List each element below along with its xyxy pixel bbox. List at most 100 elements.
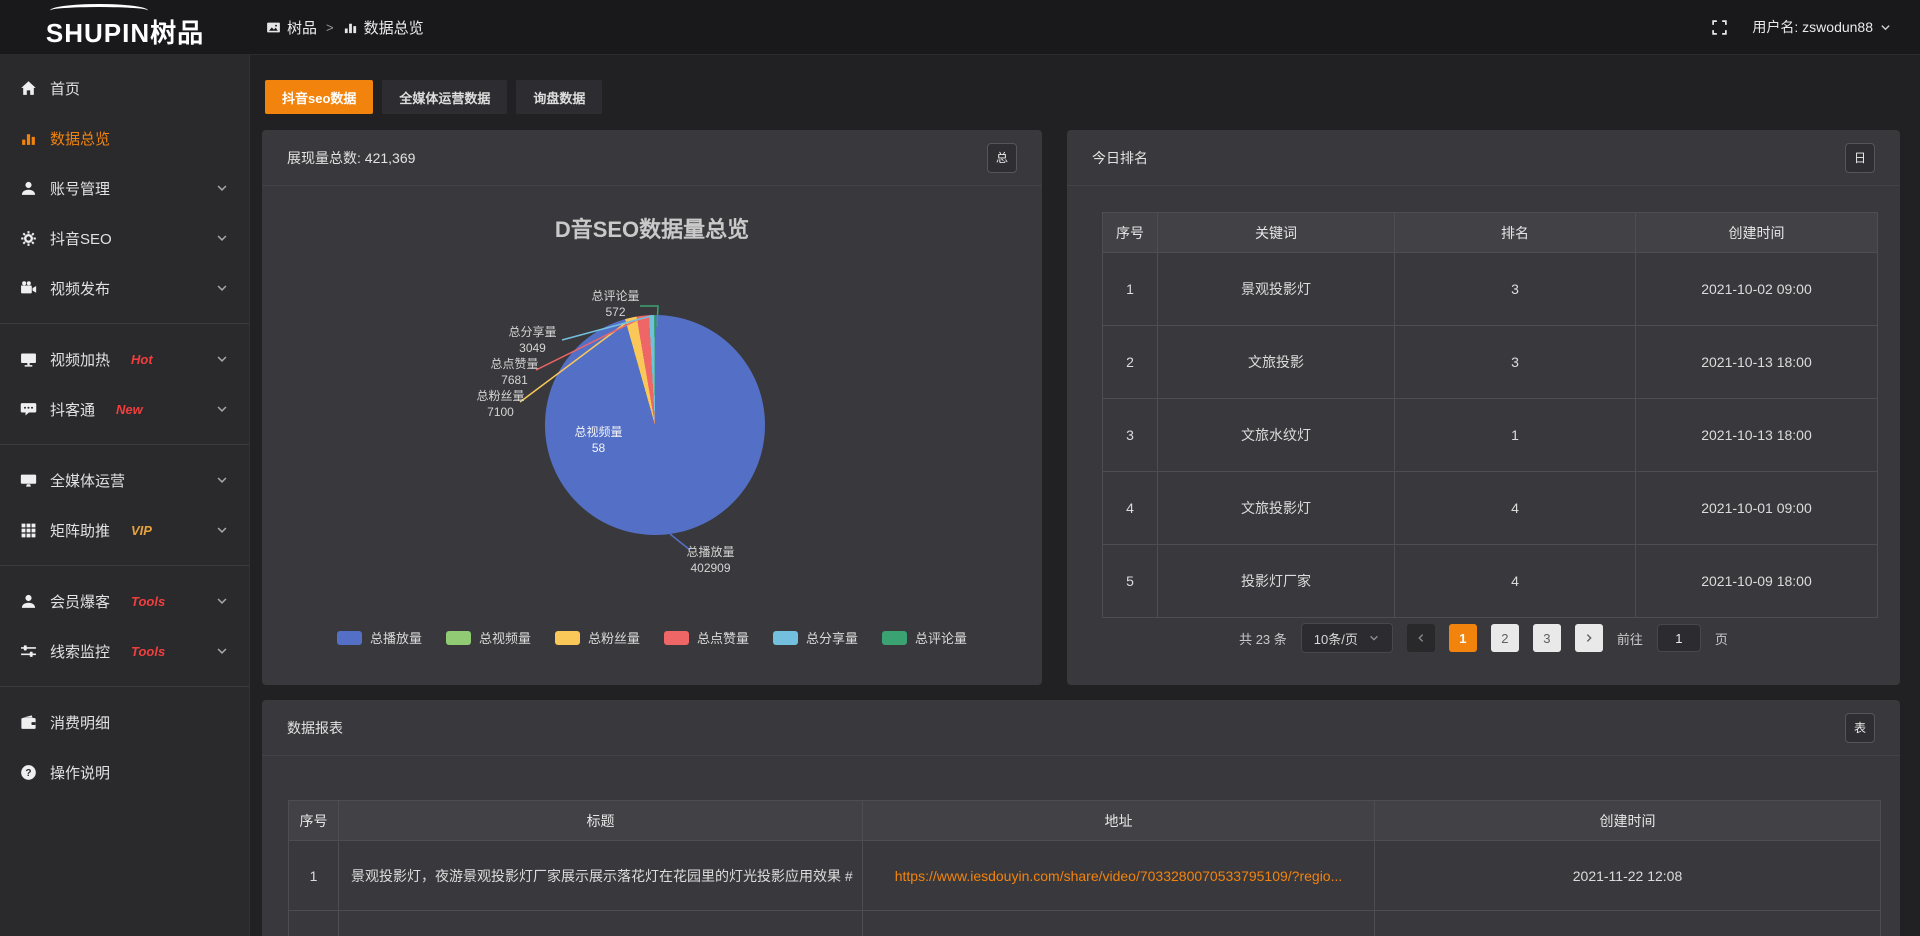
- chevron-down-icon: [215, 281, 229, 295]
- sidebar-item-label: 矩阵助推: [50, 520, 110, 541]
- sidebar-item-instructions[interactable]: 操作说明: [0, 747, 249, 797]
- chevron-down-icon: [215, 473, 229, 487]
- sidebar-divider: [0, 323, 249, 324]
- legend-label: 总播放量: [370, 628, 422, 647]
- column-header: 地址: [863, 801, 1375, 841]
- day-toggle-button[interactable]: 日: [1845, 143, 1875, 173]
- table-toggle-button[interactable]: 表: [1845, 713, 1875, 743]
- page-button-2[interactable]: 2: [1491, 624, 1519, 652]
- legend-label: 总视频量: [479, 628, 531, 647]
- sidebar-item-label: 线索监控: [50, 641, 110, 662]
- legend-item-shares[interactable]: 总分享量: [773, 628, 858, 647]
- sidebar-item-label: 数据总览: [50, 128, 110, 149]
- pie-label-value: 7681: [472, 372, 557, 388]
- sidebar-item-video-heat[interactable]: 视频加热 Hot: [0, 334, 249, 384]
- column-header: 创建时间: [1375, 801, 1881, 841]
- chevron-down-icon: [1879, 21, 1892, 34]
- pie-label-value: 572: [573, 304, 658, 320]
- sidebar-divider: [0, 686, 249, 687]
- monitor-icon: [20, 472, 37, 489]
- sidebar-item-matrix-boost[interactable]: 矩阵助推 VIP: [0, 505, 249, 555]
- vip-badge: VIP: [131, 523, 152, 538]
- page-size-value: 10条/页: [1314, 629, 1358, 648]
- sidebar-item-douyin-seo[interactable]: 抖音SEO: [0, 213, 249, 263]
- column-header: 关键词: [1158, 213, 1395, 253]
- legend-item-plays[interactable]: 总播放量: [337, 628, 422, 647]
- sidebar-item-account[interactable]: 账号管理: [0, 163, 249, 213]
- table-row: 5 投影灯厂家 4 2021-10-09 18:00: [1103, 545, 1878, 618]
- chevron-down-icon: [215, 231, 229, 245]
- cell-rank: 3: [1395, 253, 1636, 326]
- data-tabs: 抖音seo数据 全媒体运营数据 询盘数据: [265, 80, 602, 114]
- sidebar-item-label: 视频加热: [50, 349, 110, 370]
- logo-arc: [50, 4, 148, 17]
- legend-item-comments[interactable]: 总评论量: [882, 628, 967, 647]
- page-button-1[interactable]: 1: [1449, 624, 1477, 652]
- column-header: 序号: [1103, 213, 1158, 253]
- goto-page-input[interactable]: [1657, 624, 1701, 652]
- page-size-select[interactable]: 10条/页: [1301, 623, 1393, 653]
- cell-rank: 4: [1395, 472, 1636, 545]
- column-header: 标题: [339, 801, 863, 841]
- sidebar-item-label: 全媒体运营: [50, 470, 125, 491]
- table-header-row: 序号 标题 地址 创建时间: [289, 801, 1881, 841]
- sidebar-item-member-burst[interactable]: 会员爆客 Tools: [0, 576, 249, 626]
- legend-item-likes[interactable]: 总点赞量: [664, 628, 749, 647]
- tab-douyin-seo-data[interactable]: 抖音seo数据: [265, 80, 373, 114]
- sidebar-item-label: 会员爆客: [50, 591, 110, 612]
- breadcrumb-current[interactable]: 数据总览: [343, 17, 424, 38]
- sidebar-item-media-ops[interactable]: 全媒体运营: [0, 455, 249, 505]
- sidebar-item-home[interactable]: 首页: [0, 63, 249, 113]
- sidebar-item-douketong[interactable]: 抖客通 New: [0, 384, 249, 434]
- cell-rank: 1: [1395, 399, 1636, 472]
- cell-keyword: 文旅水纹灯: [1158, 399, 1395, 472]
- page-button-3[interactable]: 3: [1533, 624, 1561, 652]
- breadcrumb-root[interactable]: 树品: [266, 17, 317, 38]
- pie-label-comments: 总评论量 572: [573, 288, 658, 320]
- pie-label-value: 3049: [490, 340, 575, 356]
- sidebar-item-label: 操作说明: [50, 762, 110, 783]
- tab-inquiry-data[interactable]: 询盘数据: [516, 80, 602, 114]
- username-label: 用户名: zswodun88: [1752, 17, 1873, 37]
- cell-index: 1: [289, 841, 339, 911]
- report-panel: 数据报表 表 序号 标题 地址 创建时间 1 景观投影灯，夜游景观投影灯厂家展示…: [262, 700, 1900, 936]
- prev-page-button[interactable]: [1407, 624, 1435, 652]
- breadcrumb-separator: >: [326, 20, 334, 35]
- video-url-link[interactable]: https://www.iesdouyin.com/share/video/70…: [895, 868, 1343, 884]
- report-table: 序号 标题 地址 创建时间 1 景观投影灯，夜游景观投影灯厂家展示展示落花灯在花…: [288, 800, 1881, 936]
- sidebar-item-label: 首页: [50, 78, 80, 99]
- pie-label-shares: 总分享量 3049: [490, 324, 575, 356]
- question-icon: [20, 764, 37, 781]
- pie-label-name: 总分享量: [490, 324, 575, 340]
- user-menu[interactable]: 用户名: zswodun88: [1752, 17, 1892, 37]
- next-page-button[interactable]: [1575, 624, 1603, 652]
- cell-rank: 3: [1395, 326, 1636, 399]
- chevron-down-icon: [215, 644, 229, 658]
- tab-media-ops-data[interactable]: 全媒体运营数据: [382, 80, 507, 114]
- cell-index: 5: [1103, 545, 1158, 618]
- cell-keyword: 文旅投影: [1158, 326, 1395, 399]
- overview-panel: 展现量总数: 421,369 总 D音SEO数据量总览 总评论量 572 总分享…: [262, 130, 1042, 685]
- legend-swatch: [337, 631, 362, 645]
- legend-swatch: [555, 631, 580, 645]
- wallet-icon: [20, 714, 37, 731]
- legend-label: 总点赞量: [697, 628, 749, 647]
- sidebar-item-lead-monitor[interactable]: 线索监控 Tools: [0, 626, 249, 676]
- cell-time: 2021-11-22 12:08: [1375, 841, 1881, 911]
- tools-badge: Tools: [131, 644, 165, 659]
- legend-item-videos[interactable]: 总视频量: [446, 628, 531, 647]
- total-toggle-button[interactable]: 总: [987, 143, 1017, 173]
- legend-swatch: [882, 631, 907, 645]
- cell-time: 2021-10-13 18:00: [1636, 399, 1878, 472]
- pie-label-value: 7100: [458, 404, 543, 420]
- sidebar-item-video-publish[interactable]: 视频发布: [0, 263, 249, 313]
- sidebar-item-data-overview[interactable]: 数据总览: [0, 113, 249, 163]
- grid-icon: [20, 522, 37, 539]
- fullscreen-icon[interactable]: [1711, 19, 1728, 36]
- sidebar-item-consumption[interactable]: 消费明细: [0, 697, 249, 747]
- table-row: 1 景观投影灯 3 2021-10-02 09:00: [1103, 253, 1878, 326]
- legend-item-fans[interactable]: 总粉丝量: [555, 628, 640, 647]
- screen-icon: [20, 351, 37, 368]
- cell-keyword: 文旅投影灯: [1158, 472, 1395, 545]
- user-icon: [20, 180, 37, 197]
